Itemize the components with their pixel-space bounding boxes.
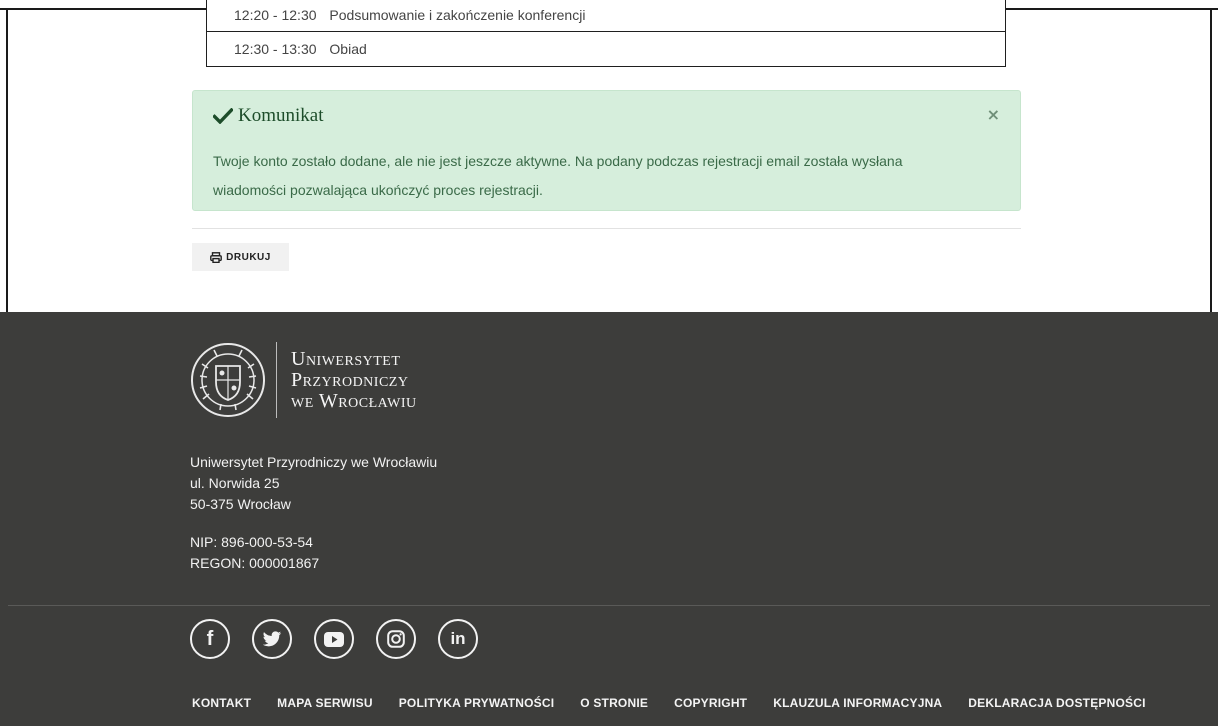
footer-link-o-stronie[interactable]: O STRONIE: [580, 696, 648, 710]
twitter-bird-icon: [262, 630, 282, 646]
youtube-icon[interactable]: [314, 619, 354, 659]
footer-link-klauzula-informacyjna[interactable]: KLAUZULA INFORMACYJNA: [773, 696, 942, 710]
alert-message: Twoje konto zostało dodane, ale nie jest…: [213, 153, 903, 198]
youtube-play-icon: [324, 631, 344, 647]
address-line: 50-375 Wrocław: [190, 496, 291, 512]
agenda-table: 12:20 - 12:30 Podsumowanie i zakończenie…: [206, 0, 1006, 67]
print-button-label: DRUKUJ: [226, 251, 271, 263]
footer-link-kontakt[interactable]: KONTAKT: [192, 696, 251, 710]
agenda-row: 12:30 - 13:30 Obiad: [207, 31, 1005, 66]
logo-divider: [276, 342, 277, 418]
address-line: ul. Norwida 25: [190, 475, 280, 491]
footer-link-deklaracja-dostepnosci[interactable]: DEKLARACJA DOSTĘPNOŚCI: [968, 696, 1145, 710]
agenda-time: 12:30 - 13:30: [234, 41, 317, 57]
agenda-label: Obiad: [329, 41, 367, 57]
footer-link-copyright[interactable]: COPYRIGHT: [674, 696, 747, 710]
linkedin-glyph: in: [450, 629, 466, 648]
university-seal-icon: [191, 343, 265, 417]
address-line: Uniwersytet Przyrodniczy we Wrocławiu: [190, 454, 438, 470]
alert-title: Komunikat: [213, 105, 324, 127]
alert-title-text: Komunikat: [238, 105, 324, 126]
content-divider: [192, 228, 1021, 229]
twitter-icon[interactable]: [252, 619, 292, 659]
facebook-icon[interactable]: f: [190, 619, 230, 659]
check-icon: [213, 108, 233, 124]
printer-icon: [210, 251, 223, 263]
logo-line: we Wrocławiu: [291, 389, 417, 412]
footer-link-mapa-serwisu[interactable]: MAPA SERWISU: [277, 696, 373, 710]
print-button[interactable]: DRUKUJ: [192, 243, 289, 271]
regon-number: REGON: 000001867: [190, 555, 320, 571]
footer-ids: NIP: 896-000-53-54 REGON: 000001867: [190, 532, 319, 574]
agenda-label: Podsumowanie i zakończenie konferencji: [329, 7, 586, 23]
footer-link-polityka-prywatnosci[interactable]: POLITYKA PRYWATNOŚCI: [399, 696, 555, 710]
footer-address: Uniwersytet Przyrodniczy we Wrocławiu ul…: [190, 452, 437, 515]
success-alert: Komunikat × Twoje konto zostało dodane, …: [192, 90, 1021, 211]
instagram-icon[interactable]: [376, 619, 416, 659]
agenda-row: 12:20 - 12:30 Podsumowanie i zakończenie…: [207, 0, 1005, 31]
content-frame-left: [6, 8, 8, 312]
site-footer: Uniwersytet Przyrodniczy we Wrocławiu Un…: [0, 312, 1218, 726]
logo-line: Przyrodniczy: [291, 368, 409, 391]
footer-nav: KONTAKT MAPA SERWISU POLITYKA PRYWATNOŚC…: [192, 696, 1146, 710]
university-name: Uniwersytet Przyrodniczy we Wrocławiu: [291, 347, 417, 412]
university-logo[interactable]: Uniwersytet Przyrodniczy we Wrocławiu: [190, 342, 417, 418]
logo-line: Uniwersytet: [291, 347, 401, 370]
close-icon[interactable]: ×: [987, 105, 1000, 124]
social-links: f in: [190, 619, 500, 659]
content-frame-right: [1210, 8, 1212, 312]
footer-divider: [8, 605, 1210, 606]
facebook-glyph: f: [206, 627, 214, 650]
instagram-camera-icon: [387, 630, 405, 648]
nip-number: NIP: 896-000-53-54: [190, 534, 313, 550]
linkedin-icon[interactable]: in: [438, 619, 478, 659]
agenda-time: 12:20 - 12:30: [234, 7, 317, 23]
